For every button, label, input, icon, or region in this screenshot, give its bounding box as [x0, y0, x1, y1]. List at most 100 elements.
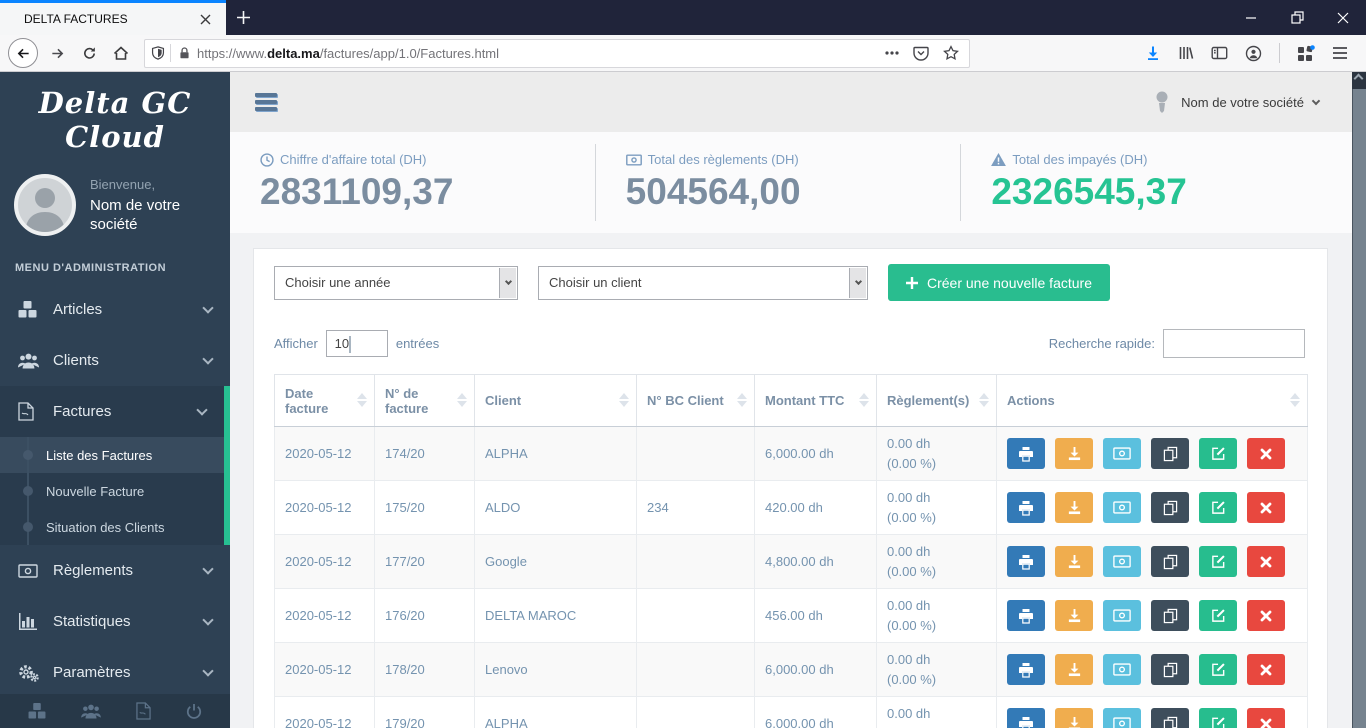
stat-value: 504564,00: [625, 171, 801, 212]
sidebar-subitem-situation-des-clients[interactable]: Situation des Clients: [0, 509, 224, 545]
print-button[interactable]: [1007, 708, 1045, 728]
welcome-text: Bienvenue,: [90, 176, 156, 192]
payments-button[interactable]: [1103, 546, 1141, 577]
edit-button[interactable]: [1199, 708, 1237, 728]
tab-close-icon[interactable]: [194, 8, 216, 30]
delete-button[interactable]: [1247, 546, 1285, 577]
library-icon[interactable]: [1178, 45, 1194, 61]
download-button[interactable]: [1055, 654, 1093, 685]
edit-button[interactable]: [1199, 546, 1237, 577]
sidebar-subitem-liste-des-factures[interactable]: Liste des Factures: [0, 437, 224, 473]
duplicate-button[interactable]: [1151, 492, 1189, 523]
duplicate-button[interactable]: [1151, 438, 1189, 469]
print-button[interactable]: [1007, 492, 1045, 523]
file-pdf-icon[interactable]: [136, 702, 151, 720]
new-tab-button[interactable]: [226, 0, 260, 35]
forward-button[interactable]: [42, 38, 72, 68]
reload-button[interactable]: [74, 38, 104, 68]
cell-amount: 420.00 dh: [754, 480, 877, 535]
print-button[interactable]: [1007, 546, 1045, 577]
col-num-facture[interactable]: N° de facture: [374, 374, 475, 427]
sidebar-item-parametres[interactable]: Paramètres: [0, 647, 230, 698]
edit-button[interactable]: [1199, 654, 1237, 685]
payments-button[interactable]: [1103, 600, 1141, 631]
download-button[interactable]: [1055, 438, 1093, 469]
duplicate-button[interactable]: [1151, 546, 1189, 577]
tracking-shield-icon[interactable]: [151, 45, 165, 61]
account-dropdown[interactable]: Nom de votre société: [1152, 90, 1341, 114]
page-actions-icon[interactable]: [885, 51, 899, 55]
page-scrollbar[interactable]: [1352, 72, 1366, 728]
print-button[interactable]: [1007, 438, 1045, 469]
sidebar-item-clients[interactable]: Clients: [0, 335, 230, 386]
col-reglements[interactable]: Règlement(s): [876, 374, 997, 427]
company-name: Nom de votre société: [90, 196, 181, 233]
delete-button[interactable]: [1247, 438, 1285, 469]
cell-bc: [636, 534, 755, 589]
back-button[interactable]: [8, 38, 38, 68]
duplicate-button[interactable]: [1151, 654, 1189, 685]
edit-button[interactable]: [1199, 600, 1237, 631]
delete-button[interactable]: [1247, 708, 1285, 728]
payments-button[interactable]: [1103, 438, 1141, 469]
close-button[interactable]: [1320, 0, 1366, 35]
cell-num: 177/20: [374, 534, 475, 589]
duplicate-button[interactable]: [1151, 600, 1189, 631]
menu-hamburger-icon[interactable]: [1332, 46, 1348, 60]
account-icon[interactable]: [1245, 45, 1262, 62]
download-button[interactable]: [1055, 546, 1093, 577]
sidebar-subitem-nouvelle-facture[interactable]: Nouvelle Facture: [0, 473, 224, 509]
page-size-select[interactable]: 10: [325, 330, 388, 357]
extensions-icon[interactable]: [1297, 44, 1315, 62]
home-button[interactable]: [106, 38, 136, 68]
payments-button[interactable]: [1103, 708, 1141, 728]
sidebar-toggle-icon[interactable]: [1211, 45, 1228, 61]
create-invoice-button[interactable]: Créer une nouvelle facture: [888, 264, 1110, 301]
cell-bc: [636, 426, 755, 481]
download-button[interactable]: [1055, 600, 1093, 631]
sidebar-collapse-icon[interactable]: [255, 90, 277, 114]
col-date-facture[interactable]: Date facture: [274, 374, 375, 427]
sidebar-item-statistiques[interactable]: Statistiques: [0, 596, 230, 647]
client-select[interactable]: Choisir un client: [538, 265, 868, 300]
payments-button[interactable]: [1103, 654, 1141, 685]
sidebar-item-factures[interactable]: Factures: [0, 386, 224, 437]
cell-date: 2020-05-12: [274, 642, 375, 697]
col-client[interactable]: Client: [474, 374, 637, 427]
table-row: 2020-05-12 176/20 DELTA MAROC 456.00 dh 0.00…: [274, 588, 1308, 643]
downloads-icon[interactable]: [1145, 45, 1161, 61]
download-button[interactable]: [1055, 492, 1093, 523]
browser-toolbar: https://www.delta.ma/factures/app/1.0/Fa…: [0, 35, 1366, 72]
delete-button[interactable]: [1247, 654, 1285, 685]
search-input[interactable]: [1163, 329, 1305, 358]
scroll-up-icon[interactable]: [1353, 73, 1364, 84]
bookmark-star-icon[interactable]: [943, 45, 959, 61]
url-bar[interactable]: https://www.delta.ma/factures/app/1.0/Fa…: [144, 38, 970, 68]
pocket-icon[interactable]: [913, 46, 929, 61]
browser-tab[interactable]: DELTA FACTURES: [0, 0, 226, 35]
year-select[interactable]: Choisir une année: [274, 265, 518, 300]
minimize-button[interactable]: [1228, 0, 1274, 35]
users-icon[interactable]: [81, 704, 101, 719]
restore-button[interactable]: [1274, 0, 1320, 35]
power-icon[interactable]: [186, 703, 202, 720]
cell-reglement: 0.00 dh(0.00 %): [876, 696, 997, 728]
scrollbar-thumb[interactable]: [1352, 89, 1366, 728]
edit-button[interactable]: [1199, 492, 1237, 523]
sidebar-item-reglements[interactable]: Règlements: [0, 545, 230, 596]
sidebar-item-articles[interactable]: Articles: [0, 284, 230, 335]
duplicate-button[interactable]: [1151, 708, 1189, 728]
download-button[interactable]: [1055, 708, 1093, 728]
edit-button[interactable]: [1199, 438, 1237, 469]
col-bc-client[interactable]: N° BC Client: [636, 374, 755, 427]
col-actions[interactable]: Actions: [996, 374, 1308, 427]
sort-icon: [859, 392, 869, 407]
cubes-icon[interactable]: [28, 703, 46, 719]
col-montant[interactable]: Montant TTC: [754, 374, 877, 427]
delete-button[interactable]: [1247, 492, 1285, 523]
print-button[interactable]: [1007, 600, 1045, 631]
delete-button[interactable]: [1247, 600, 1285, 631]
payments-button[interactable]: [1103, 492, 1141, 523]
print-button[interactable]: [1007, 654, 1045, 685]
cell-amount: 6,000.00 dh: [754, 642, 877, 697]
